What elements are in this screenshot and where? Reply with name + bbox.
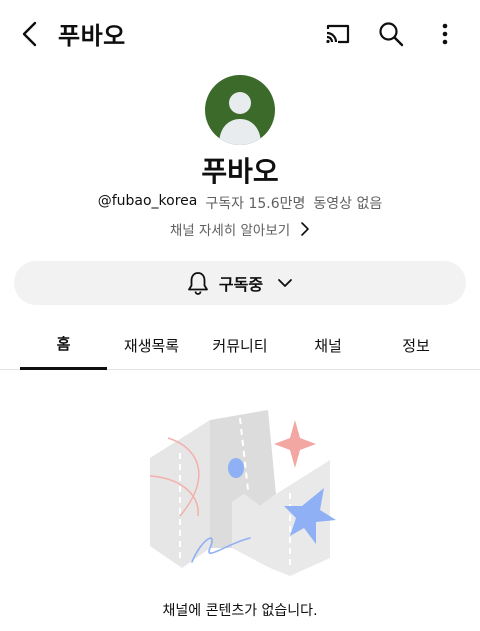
tab-home[interactable]: 홈 xyxy=(20,320,107,370)
empty-channel-illustration xyxy=(149,410,336,576)
tab-playlists-label: 재생목록 xyxy=(123,336,180,355)
tab-playlists[interactable]: 재생목록 xyxy=(107,320,196,370)
channel-tabs: 홈 재생목록 커뮤니티 채널 정보 xyxy=(0,320,480,370)
channel-about-link[interactable]: 채널 자세히 알아보기 xyxy=(0,219,480,239)
cast-button[interactable] xyxy=(318,14,358,54)
video-count: 동영상 없음 xyxy=(313,196,383,212)
bell-icon xyxy=(188,272,208,295)
channel-name: 푸바오 xyxy=(201,155,279,188)
search-icon xyxy=(379,22,404,47)
more-vertical-icon xyxy=(442,23,448,45)
tab-home-label: 홈 xyxy=(56,335,71,353)
chevron-down-icon xyxy=(278,279,292,287)
top-app-bar: 푸바오 xyxy=(0,0,480,68)
tab-community[interactable]: 커뮤니티 xyxy=(196,320,284,370)
tab-channels[interactable]: 채널 xyxy=(284,320,372,370)
tab-channels-label: 채널 xyxy=(314,336,342,355)
tab-community-label: 커뮤니티 xyxy=(212,336,268,355)
channel-avatar[interactable] xyxy=(205,75,275,145)
subscribed-button[interactable]: 구독중 xyxy=(14,261,466,305)
default-user-icon xyxy=(219,92,261,145)
cast-icon xyxy=(326,24,350,44)
more-options-button[interactable] xyxy=(425,14,465,54)
tab-about-label: 정보 xyxy=(402,336,430,355)
subscribe-label: 구독중 xyxy=(218,275,264,294)
back-arrow-icon xyxy=(22,21,37,47)
chevron-right-icon xyxy=(301,222,309,236)
empty-state-message: 채널에 콘텐츠가 없습니다. xyxy=(162,603,318,619)
subscriber-count: 구독자 15.6만명 xyxy=(205,196,306,212)
back-button[interactable] xyxy=(10,14,50,54)
channel-meta: @fubao_korea 구독자 15.6만명 동영상 없음 xyxy=(0,193,480,213)
channel-handle: @fubao_korea xyxy=(97,193,198,209)
search-button[interactable] xyxy=(371,14,411,54)
tab-about[interactable]: 정보 xyxy=(372,320,460,370)
page-title: 푸바오 xyxy=(58,22,126,50)
about-link-label: 채널 자세히 알아보기 xyxy=(169,223,291,239)
